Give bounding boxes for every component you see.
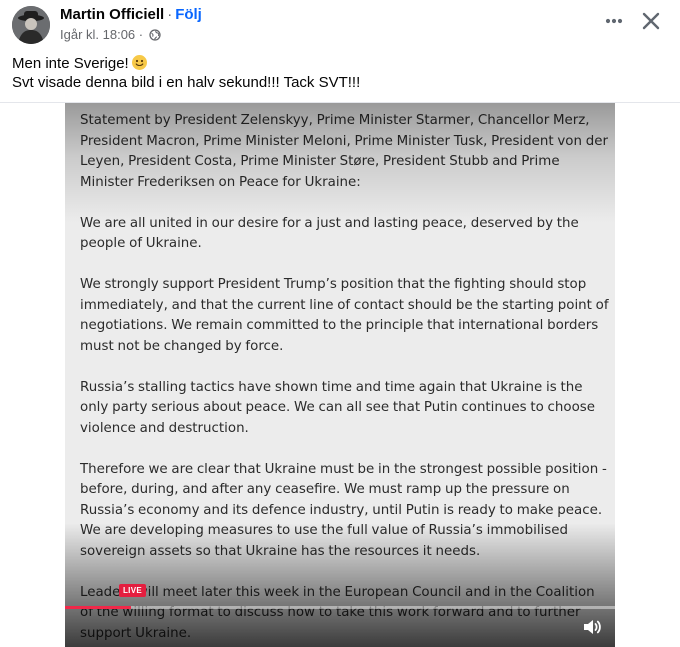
- statement-paragraph-2: We strongly support President Trump’s po…: [80, 277, 609, 354]
- caption-text-1: Men inte Sverige!: [12, 55, 129, 72]
- caption-line-1: Men inte Sverige!: [12, 54, 662, 73]
- video-player[interactable]: Statement by President Zelenskyy, Prime …: [65, 103, 615, 647]
- meta-separator: ·: [138, 27, 144, 42]
- video-progress-fill: [65, 606, 131, 609]
- volume-button[interactable]: [581, 616, 603, 638]
- author-line: Martin Officiell · Följ: [60, 6, 202, 24]
- profile-avatar[interactable]: [12, 6, 50, 44]
- post-timestamp[interactable]: Igår kl. 18:06: [60, 27, 135, 42]
- post-caption: Men inte Sverige! Svt visade denna bild …: [12, 54, 662, 92]
- avatar-image: [12, 6, 50, 44]
- smiling-face-emoji-icon: [131, 55, 147, 70]
- close-button[interactable]: [638, 8, 664, 34]
- statement-document: Statement by President Zelenskyy, Prime …: [80, 111, 610, 647]
- statement-paragraph-3: Russia’s stalling tactics have shown tim…: [80, 379, 595, 436]
- live-badge: LIVE: [119, 584, 146, 597]
- follow-button[interactable]: Följ: [175, 6, 202, 23]
- name-separator: ·: [167, 6, 173, 23]
- close-icon: [642, 12, 660, 30]
- post-header: Martin Officiell · Följ Igår kl. 18:06 ·: [0, 0, 680, 50]
- statement-paragraph-5: Leaders will meet later this week in the…: [80, 584, 595, 641]
- caption-line-2: Svt visade denna bild i en halv sekund!!…: [12, 74, 361, 91]
- author-name[interactable]: Martin Officiell: [60, 6, 164, 23]
- statement-heading: Statement by President Zelenskyy, Prime …: [80, 113, 608, 190]
- speaker-icon: [584, 620, 601, 634]
- post-meta: Igår kl. 18:06 ·: [60, 27, 161, 43]
- globe-icon[interactable]: [149, 29, 161, 41]
- statement-paragraph-1: We are all united in our desire for a ju…: [80, 215, 579, 252]
- video-progress-bar[interactable]: [65, 606, 615, 609]
- statement-paragraph-4: Therefore we are clear that Ukraine must…: [80, 461, 607, 559]
- more-horizontal-icon: [605, 18, 623, 24]
- more-options-button[interactable]: [600, 9, 628, 33]
